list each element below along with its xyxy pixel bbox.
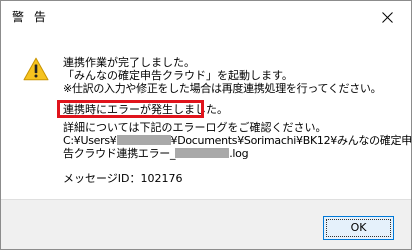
dialog-title: 警 告 bbox=[12, 10, 49, 24]
path-line2-prefix: 告クラウド連携エラー_ bbox=[63, 147, 176, 160]
path-line2-suffix: .log bbox=[229, 147, 249, 160]
message-line-3: ※仕訳の入力や修正をした場合は再度連携処理を行ってください。 bbox=[63, 82, 382, 95]
log-path-line-1: C:¥Users¥ ¥Documents¥Sorimachi¥BK12¥みんなの確… bbox=[63, 134, 412, 147]
message-line-1: 連携作業が完了しました。 bbox=[63, 56, 195, 69]
path-prefix: C:¥Users¥ bbox=[63, 134, 117, 147]
detail-line: 詳細については下記のエラーログをご確認ください。 bbox=[63, 121, 327, 134]
title-bar[interactable]: 警 告 bbox=[1, 1, 411, 34]
log-path-line-2: 告クラウド連携エラー_ .log bbox=[63, 147, 249, 160]
close-icon bbox=[382, 12, 393, 23]
redacted-timestamp bbox=[175, 148, 230, 158]
warning-dialog: 警 告 連携作業が完了しました。 「みんなの確定申告クラウド」を起動します。 ※… bbox=[0, 0, 412, 250]
path-middle: ¥Documents¥Sorimachi¥BK12¥みんなの確定申 bbox=[170, 134, 412, 147]
error-highlight-box bbox=[57, 100, 204, 118]
ok-button[interactable]: OK bbox=[323, 216, 394, 240]
redacted-username bbox=[116, 135, 171, 145]
close-button[interactable] bbox=[365, 1, 411, 34]
message-id: メッセージID：102176 bbox=[63, 172, 183, 185]
message-area: 連携作業が完了しました。 「みんなの確定申告クラウド」を起動します。 ※仕訳の入… bbox=[1, 34, 412, 199]
button-bar: OK bbox=[1, 199, 411, 249]
warning-icon bbox=[23, 57, 49, 81]
message-line-2: 「みんなの確定申告クラウド」を起動します。 bbox=[63, 69, 293, 82]
ok-button-label: OK bbox=[350, 221, 367, 234]
